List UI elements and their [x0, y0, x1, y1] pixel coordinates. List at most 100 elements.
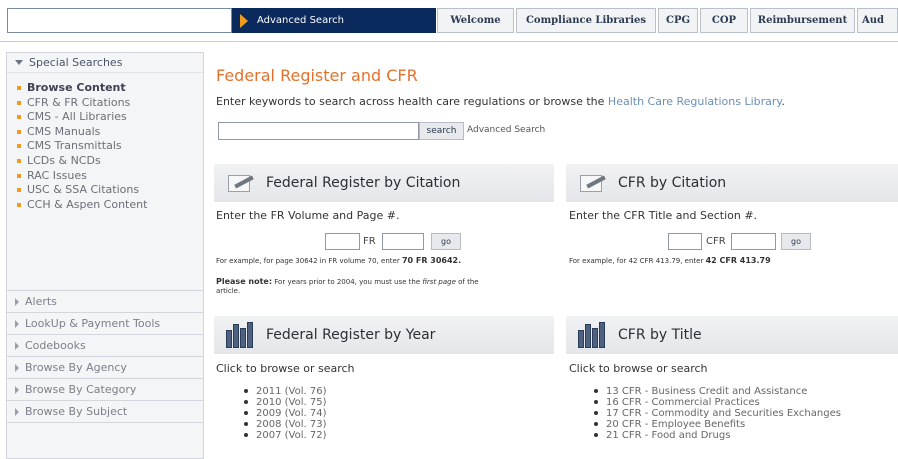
list-item[interactable]: 21 CFR - Food and Drugs [594, 430, 841, 441]
special-searches-header[interactable]: Special Searches [7, 53, 203, 73]
sidebar-section-browse-by-agency[interactable]: Browse By Agency [7, 357, 203, 379]
bullet-icon [244, 422, 248, 426]
bullet-icon [594, 389, 598, 393]
caret-right-icon [15, 407, 19, 416]
sidebar-item-lcds-ncds[interactable]: LCDs & NCDs [17, 154, 203, 169]
fr-page-input[interactable] [382, 233, 424, 250]
list-item-label: 21 CFR - Food and Drugs [606, 430, 731, 441]
list-item-label: 20 CFR - Employee Benefits [606, 419, 746, 430]
sidebar-item-browse-content[interactable]: Browse Content [17, 81, 203, 96]
tab-cpg[interactable]: CPG [658, 8, 698, 33]
sidebar-section-lookup-payment-tools[interactable]: LookUp & Payment Tools [7, 313, 203, 335]
cfr-citation-header: CFR by Citation [566, 164, 898, 202]
sidebar-item-cms-transmittals[interactable]: CMS Transmittals [17, 139, 203, 154]
sidebar-item-label: CMS - All Libraries [27, 110, 127, 124]
tab-welcome[interactable]: Welcome [437, 8, 514, 33]
fr-citation-instruction: Enter the FR Volume and Page #. [216, 209, 400, 222]
sidebar-section-browse-by-category[interactable]: Browse By Category [7, 379, 203, 401]
list-item[interactable]: 2011 (Vol. 76) [244, 386, 326, 397]
sidebar-item-cfr-fr-citations[interactable]: CFR & FR Citations [17, 96, 203, 111]
sidebar-section-alerts[interactable]: Alerts [7, 291, 203, 313]
bullet-icon [17, 100, 21, 105]
sidebar-section-label: Browse By Category [25, 383, 137, 396]
sidebar-item-rac-issues[interactable]: RAC Issues [17, 169, 203, 184]
example-value: 70 FR 30642. [401, 256, 462, 265]
cfr-section-input[interactable] [731, 233, 776, 250]
bullet-icon [244, 400, 248, 404]
note-emphasis: first page [422, 278, 456, 286]
list-item[interactable]: 2007 (Vol. 72) [244, 430, 326, 441]
fr-year-title: Federal Register by Year [266, 327, 436, 343]
sidebar-section-label: LookUp & Payment Tools [25, 317, 161, 330]
sidebar-item-cms-manuals[interactable]: CMS Manuals [17, 125, 203, 140]
bullet-icon [244, 411, 248, 415]
list-item[interactable]: 13 CFR - Business Credit and Assistance [594, 386, 841, 397]
advanced-search-link[interactable]: Advanced Search [232, 8, 436, 33]
note-label: Please note: [216, 277, 273, 286]
note-text-2: of the [458, 278, 479, 286]
sidebar-item-label: LCDs & NCDs [27, 153, 101, 167]
tab-cop[interactable]: COP [700, 8, 748, 33]
sidebar-item-label: CMS Manuals [27, 124, 101, 138]
regulations-library-link[interactable]: Health Care Regulations Library [608, 95, 781, 108]
tab-audit[interactable]: Aud [857, 8, 898, 33]
cfr-field-label: CFR [706, 236, 726, 247]
search-button[interactable]: search [419, 122, 464, 140]
advanced-search-link[interactable]: Advanced Search [467, 125, 545, 135]
fr-citation-note-cont: article. [216, 287, 241, 295]
page-title: Federal Register and CFR [216, 66, 418, 85]
sidebar-item-usc-ssa-citations[interactable]: USC & SSA Citations [17, 183, 203, 198]
list-item[interactable]: 20 CFR - Employee Benefits [594, 419, 841, 430]
list-item-label: 17 CFR - Commodity and Securities Exchan… [606, 408, 841, 419]
cfr-title-input[interactable] [668, 233, 702, 250]
description-suffix: . [781, 95, 785, 108]
list-item-label: 16 CFR - Commercial Practices [606, 397, 760, 408]
cfr-go-button[interactable]: go [781, 233, 811, 250]
sidebar-section-label: Alerts [25, 295, 57, 308]
tab-reimbursement[interactable]: Reimbursement [750, 8, 855, 33]
fr-citation-title: Federal Register by Citation [266, 175, 461, 191]
caret-right-icon [15, 319, 19, 328]
bullet-icon [17, 115, 21, 120]
cfr-title-title: CFR by Title [618, 327, 702, 343]
list-item[interactable]: 17 CFR - Commodity and Securities Exchan… [594, 408, 841, 419]
cfr-citation-instruction: Enter the CFR Title and Section #. [569, 209, 758, 222]
sidebar-item-label: CMS Transmittals [27, 139, 122, 153]
list-item[interactable]: 2008 (Vol. 73) [244, 419, 326, 430]
sidebar-section-browse-by-subject[interactable]: Browse By Subject [7, 401, 203, 423]
list-item[interactable]: 2009 (Vol. 74) [244, 408, 326, 419]
special-searches-label: Special Searches [29, 56, 123, 69]
sidebar-section-codebooks[interactable]: Codebooks [7, 335, 203, 357]
bullet-icon [17, 129, 21, 134]
bullet-icon [17, 188, 21, 193]
caret-right-icon [15, 297, 19, 306]
example-value: 42 CFR 413.79 [705, 256, 771, 265]
list-item[interactable]: 16 CFR - Commercial Practices [594, 397, 841, 408]
example-text: For example, for 42 CFR 413.79, enter [569, 257, 706, 265]
example-text: For example, for page 30642 in FR volume… [216, 257, 402, 265]
sidebar-section-label: Browse By Agency [25, 361, 127, 374]
global-search-input[interactable] [7, 8, 232, 33]
fr-citation-example: For example, for page 30642 in FR volume… [216, 256, 461, 265]
left-sidebar: Special Searches Browse Content CFR & FR… [6, 52, 204, 459]
list-item-label: 2010 (Vol. 75) [256, 397, 327, 408]
tab-compliance-libraries[interactable]: Compliance Libraries [516, 8, 656, 33]
cfr-title-header: CFR by Title [566, 316, 898, 354]
bullet-icon [244, 389, 248, 393]
keyword-search-input[interactable] [218, 122, 419, 140]
sidebar-item-label: RAC Issues [27, 168, 87, 182]
bullet-icon [594, 400, 598, 404]
cfr-citation-title: CFR by Citation [618, 175, 727, 191]
special-searches-list: Browse Content CFR & FR Citations CMS - … [7, 73, 203, 291]
caret-right-icon [15, 363, 19, 372]
bullet-icon [244, 433, 248, 437]
sidebar-item-cms-all-libraries[interactable]: CMS - All Libraries [17, 110, 203, 125]
sidebar-item-cch-aspen-content[interactable]: CCH & Aspen Content [17, 198, 203, 213]
fr-citation-note: Please note: For years prior to 2004, yo… [216, 277, 479, 286]
list-item-label: 2008 (Vol. 73) [256, 419, 327, 430]
fr-go-button[interactable]: go [431, 233, 461, 250]
list-item[interactable]: 2010 (Vol. 75) [244, 397, 326, 408]
page-description: Enter keywords to search across health c… [216, 95, 785, 108]
fr-volume-input[interactable] [325, 233, 360, 250]
fr-citation-header: Federal Register by Citation [214, 164, 554, 202]
